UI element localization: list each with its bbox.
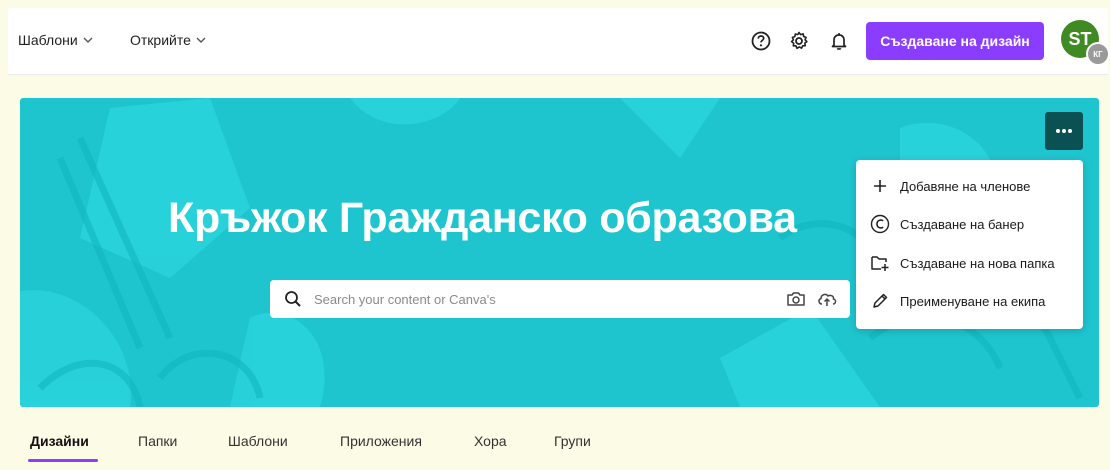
nav-templates[interactable]: Шаблони <box>18 32 94 48</box>
more-options-button[interactable] <box>1045 112 1083 150</box>
nav-templates-label: Шаблони <box>18 32 78 48</box>
help-icon[interactable] <box>748 28 774 54</box>
menu-item-create-banner[interactable]: Създаване на банер <box>856 205 1083 243</box>
search-bar <box>270 280 850 318</box>
search-icon <box>285 291 301 307</box>
team-avatar-badge: КГ <box>1086 42 1110 66</box>
menu-item-add-members[interactable]: Добавяне на членове <box>856 167 1083 205</box>
pencil-icon <box>870 291 890 311</box>
plus-icon <box>870 176 890 196</box>
gear-icon[interactable] <box>786 28 812 54</box>
nav-discover-label: Открийте <box>130 32 191 48</box>
tab-folders[interactable]: Папки <box>138 433 177 449</box>
upload-cloud-icon[interactable] <box>816 289 838 309</box>
menu-item-label: Създаване на нова папка <box>900 255 1055 271</box>
camera-icon[interactable] <box>786 290 806 308</box>
team-avatar-initials: КГ <box>1093 49 1103 59</box>
tab-designs[interactable]: Дизайни <box>30 433 89 449</box>
menu-item-label: Добавяне на членове <box>900 178 1031 194</box>
menu-item-new-folder[interactable]: Създаване на нова папка <box>856 244 1083 282</box>
tab-people[interactable]: Хора <box>474 433 507 449</box>
menu-item-label: Създаване на банер <box>900 216 1025 232</box>
top-bar: Шаблони Открийте Създаване на дизайн ST … <box>8 8 1110 75</box>
create-design-button[interactable]: Създаване на дизайн <box>866 22 1044 60</box>
chevron-down-icon <box>196 37 206 43</box>
bell-icon[interactable] <box>826 28 852 54</box>
nav-discover[interactable]: Открийте <box>130 32 207 48</box>
canva-logo-icon <box>870 214 890 234</box>
team-title: Кръжок Гражданско образова <box>168 194 797 242</box>
new-folder-icon <box>870 253 890 273</box>
more-dots-icon <box>1056 129 1072 133</box>
menu-item-label: Преименуване на екипа <box>900 293 1046 309</box>
menu-item-rename-team[interactable]: Преименуване на екипа <box>856 282 1083 320</box>
tab-groups[interactable]: Групи <box>554 433 591 449</box>
team-options-menu: Добавяне на членове Създаване на банер С… <box>856 160 1083 329</box>
team-tabs: Дизайни Папки Шаблони Приложения Хора Гр… <box>0 420 1110 470</box>
chevron-down-icon <box>83 37 93 43</box>
tab-apps[interactable]: Приложения <box>340 433 422 449</box>
tab-templates[interactable]: Шаблони <box>228 433 288 449</box>
create-design-label: Създаване на дизайн <box>880 33 1030 49</box>
active-tab-indicator <box>28 459 98 462</box>
search-input[interactable] <box>314 289 754 309</box>
